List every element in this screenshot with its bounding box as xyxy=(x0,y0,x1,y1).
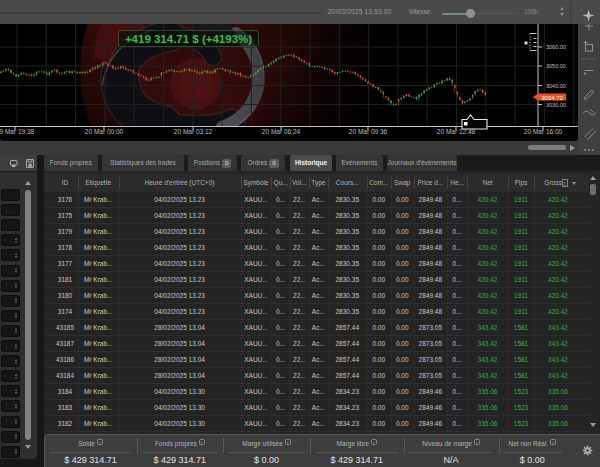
svg-text:3034.72: 3034.72 xyxy=(541,95,563,101)
